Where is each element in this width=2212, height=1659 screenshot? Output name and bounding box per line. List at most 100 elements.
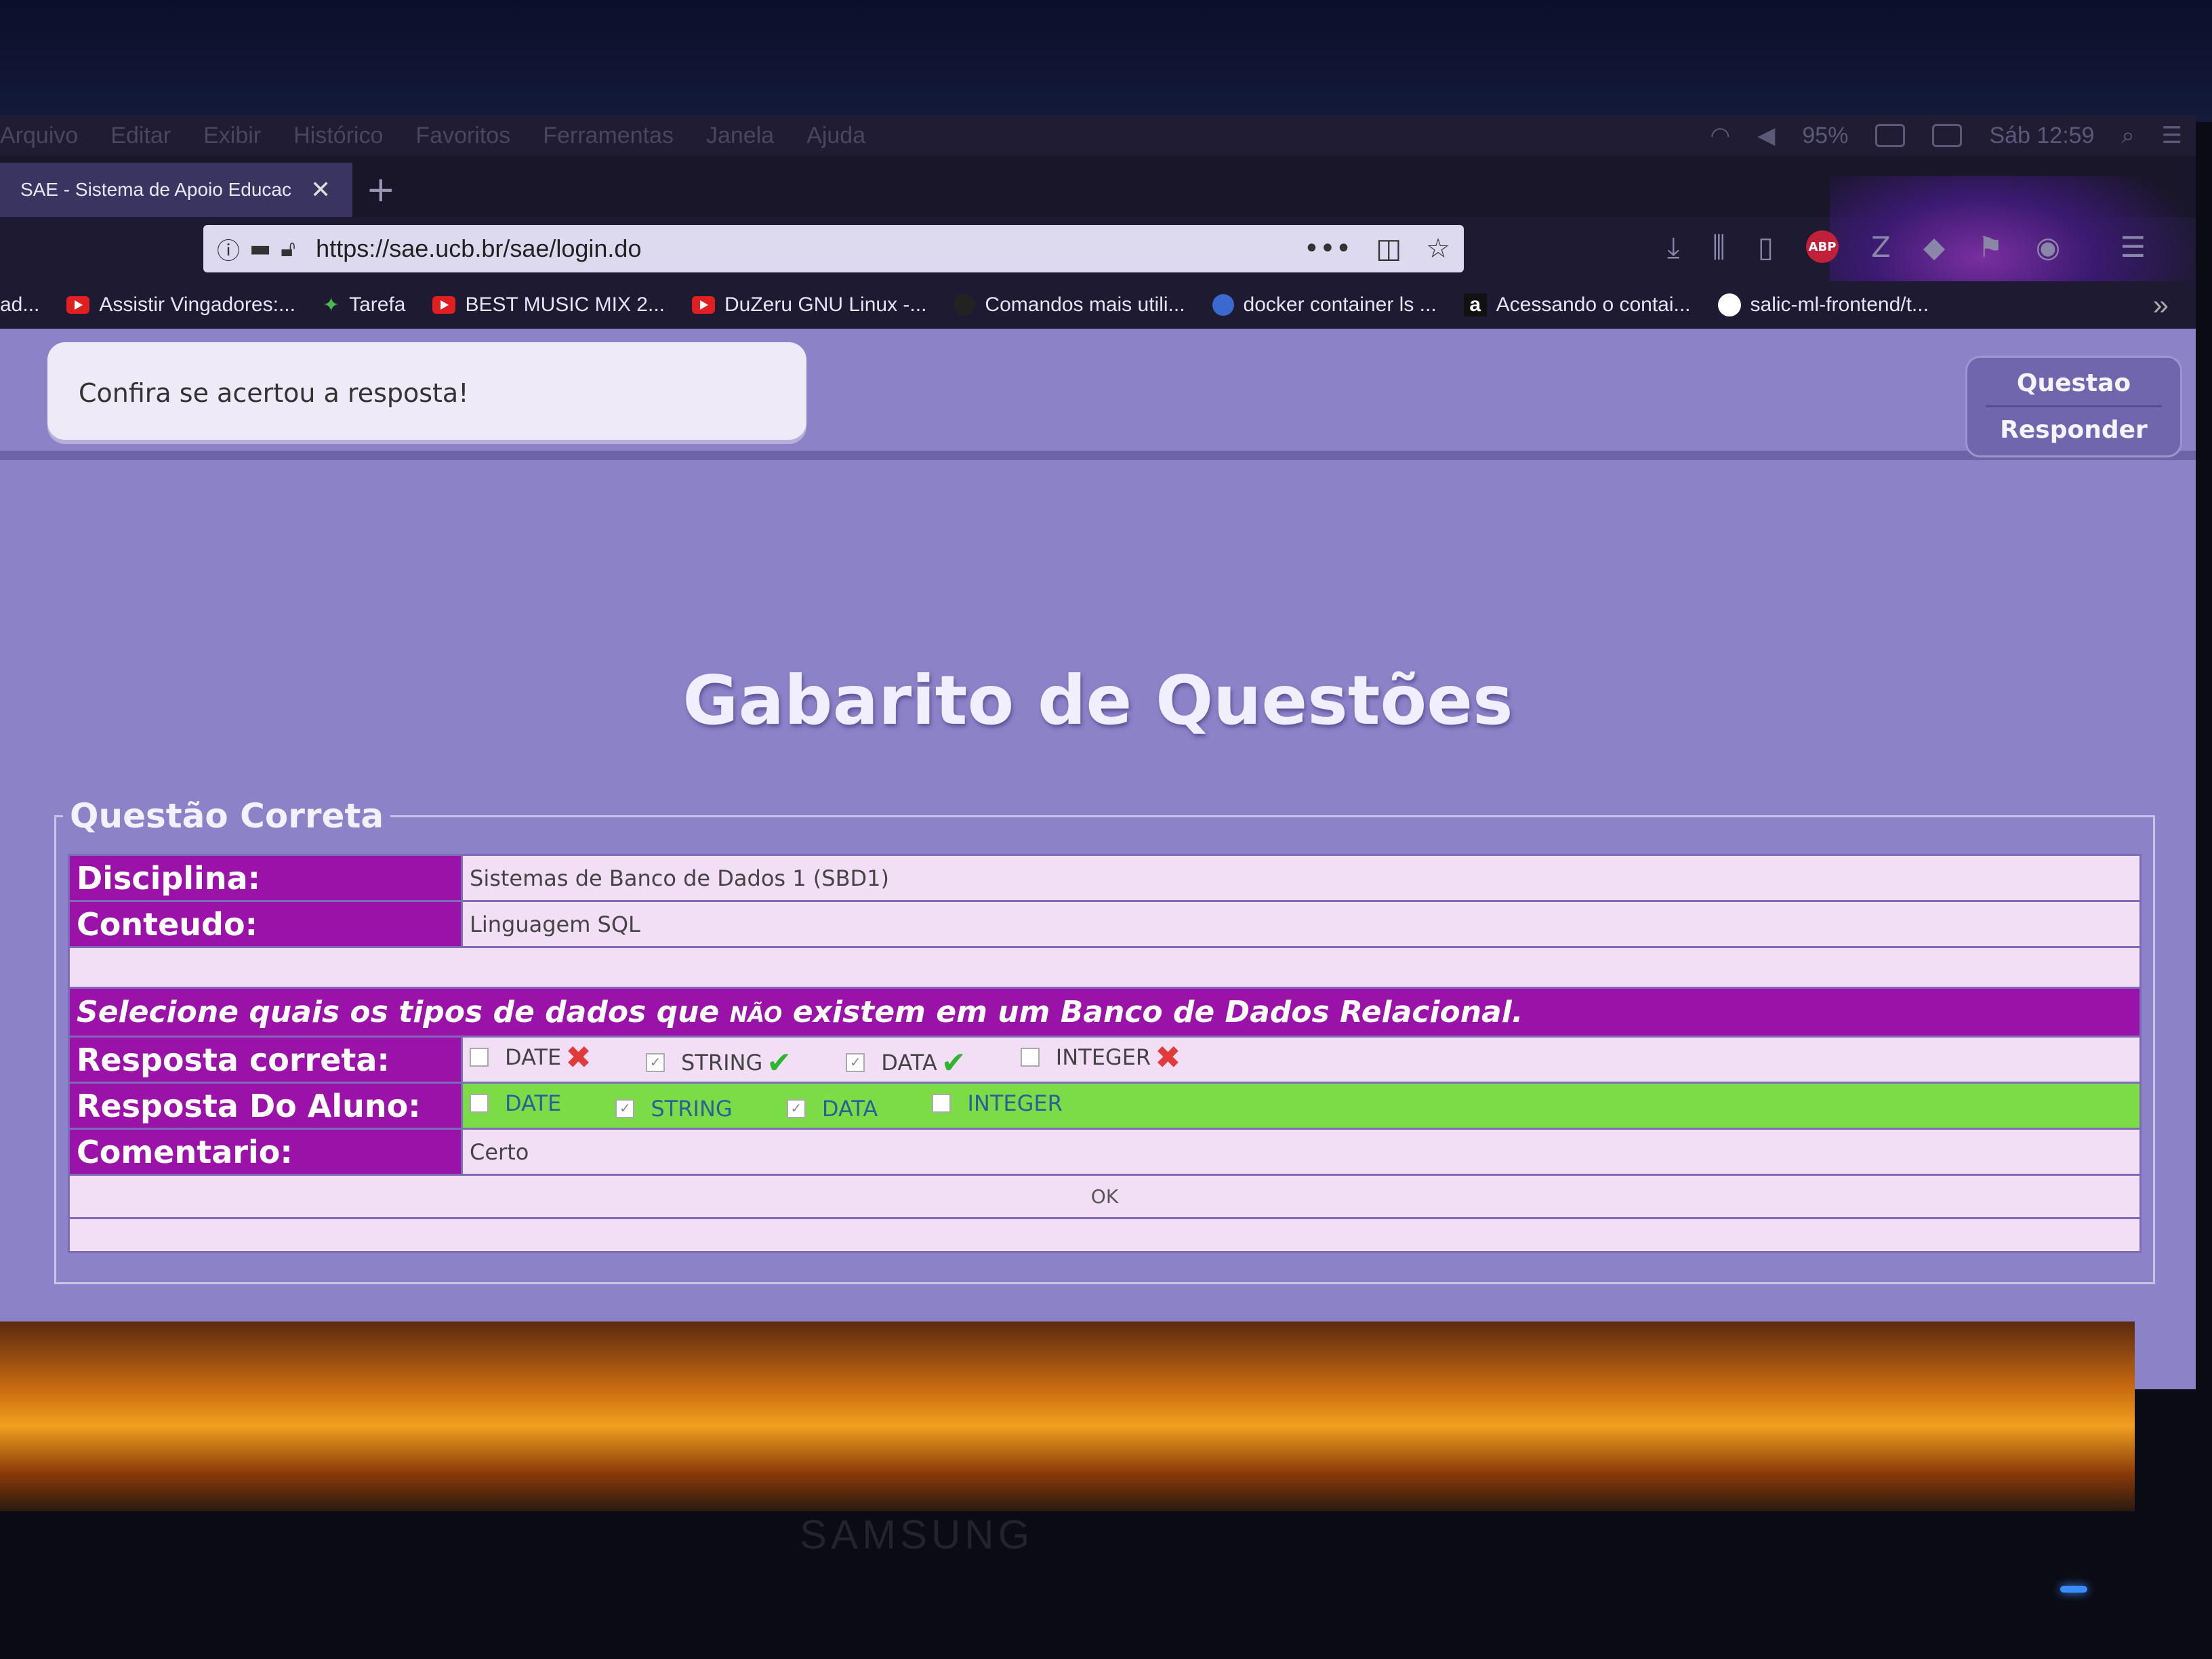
dot-icon: [954, 294, 976, 316]
questao-button[interactable]: Questao: [2017, 369, 2131, 397]
desktop-wallpaper-reflection: [0, 1322, 2135, 1511]
bookmarks-bar: ad... Assistir Vingadores:... ✦ Tarefa BE…: [0, 281, 2196, 329]
bookmark-0[interactable]: ad...: [0, 293, 39, 316]
power-led: [2060, 1586, 2087, 1593]
new-tab-button[interactable]: +: [366, 169, 396, 210]
close-icon[interactable]: ✕: [310, 176, 331, 204]
menu-janela[interactable]: Janela: [706, 123, 774, 149]
play-icon: [66, 296, 90, 314]
menu-ajuda[interactable]: Ajuda: [806, 123, 865, 149]
answer-table: Disciplina: Sistemas de Banco de Dados 1…: [68, 854, 2142, 1253]
bookmark-8[interactable]: salic-ml-frontend/t...: [1717, 293, 1929, 316]
lock-icon[interactable]: 🔓︎: [281, 235, 295, 262]
hamburger-menu-icon[interactable]: ☰: [2120, 230, 2146, 264]
adblock-icon[interactable]: ABP: [1806, 230, 1839, 263]
header-divider: [0, 451, 2196, 460]
student-option-data: ✓ DATA: [786, 1096, 878, 1122]
ok-button[interactable]: OK: [1087, 1185, 1122, 1208]
search-icon[interactable]: ⌕: [2121, 123, 2134, 149]
more-icon[interactable]: •••: [1304, 233, 1352, 264]
student-option-string: ✓ STRING: [615, 1096, 733, 1122]
menu-historico[interactable]: Histórico: [293, 123, 383, 149]
checkbox-checked: ✓: [615, 1099, 635, 1118]
bookmark-7[interactable]: a Acessando o contai...: [1463, 293, 1691, 316]
download-icon[interactable]: ⤓: [1667, 230, 1680, 264]
resposta-aluno-label: Resposta Do Aluno:: [68, 1082, 463, 1130]
zotero-icon[interactable]: Z: [1871, 230, 1891, 264]
menu-exibir[interactable]: Exibir: [203, 123, 261, 149]
list-icon[interactable]: ☰: [2162, 122, 2182, 149]
correct-option-string: ✓ STRING ✔: [645, 1045, 792, 1080]
bookmark-6[interactable]: docker container ls ...: [1212, 293, 1437, 316]
correct-option-date: DATE ✖: [470, 1039, 592, 1076]
row-resposta-aluno: Resposta Do Aluno: DATE ✓ STRING ✓ DATA IN…: [68, 1082, 2142, 1130]
chevron-right-icon[interactable]: »: [2153, 289, 2169, 321]
row-ok: OK: [68, 1174, 2142, 1219]
calendar-icon[interactable]: [1932, 124, 1963, 147]
bookmark-5[interactable]: Comandos mais utili...: [954, 293, 1185, 316]
disciplina-label: Disciplina:: [68, 854, 463, 902]
comentario-value: Certo: [461, 1128, 2142, 1176]
github-icon: [1717, 293, 1741, 316]
checkbox-unchecked: [470, 1048, 489, 1067]
pocket-icon[interactable]: ◫: [1376, 233, 1401, 264]
checkbox-checked: ✓: [786, 1099, 806, 1118]
tail-cell: [68, 1217, 2142, 1253]
disciplina-value: Sistemas de Banco de Dados 1 (SBD1): [461, 854, 2142, 902]
wrong-x-icon: ✖: [1155, 1039, 1181, 1076]
checkbox-unchecked: [470, 1093, 489, 1113]
menu-editar[interactable]: Editar: [110, 123, 171, 149]
star-icon[interactable]: ☆: [1426, 233, 1450, 264]
resposta-correta-options: DATE ✖ ✓ STRING ✔ ✓ DATA ✔ INTEGER ✖: [461, 1036, 2142, 1084]
url-bar[interactable]: ⓘ ▬ 🔓︎ https://sae.ucb.br/sae/login.do •…: [203, 225, 1464, 272]
wifi-icon[interactable]: ◠: [1711, 122, 1731, 149]
row-tail: [68, 1217, 2142, 1253]
menu-favoritos[interactable]: Favoritos: [415, 123, 510, 149]
bookmark-4[interactable]: DuZeru GNU Linux -...: [692, 293, 926, 316]
question-part2: existem em um Banco de Dados Relacional.: [792, 995, 1523, 1029]
action-panel: Questao Responder: [1965, 356, 2182, 457]
tab-sae[interactable]: SAE - Sistema de Apoio Educac ✕: [0, 163, 352, 217]
flag-icon[interactable]: ⚑: [1978, 230, 2003, 264]
library-icon[interactable]: ⫼: [1713, 230, 1725, 264]
menu-arquivo[interactable]: Arquivo: [0, 123, 78, 149]
feedback-message: Confira se acertou a resposta!: [47, 342, 806, 444]
wrong-x-icon: ✖: [565, 1039, 592, 1076]
resposta-aluno-options: DATE ✓ STRING ✓ DATA INTEGER: [461, 1082, 2142, 1130]
os-menubar: Arquivo Editar Exibir Histórico Favorito…: [0, 115, 2196, 156]
spacer-cell: [68, 946, 2142, 989]
comentario-label: Comentario:: [68, 1128, 463, 1176]
resposta-correta-label: Resposta correta:: [68, 1036, 463, 1084]
conteudo-value: Linguagem SQL: [461, 900, 2142, 948]
checkbox-unchecked: [932, 1093, 951, 1113]
checkbox-unchecked: [1020, 1048, 1040, 1067]
check-mark-icon: ✔: [941, 1045, 966, 1080]
url-text[interactable]: https://sae.ucb.br/sae/login.do: [316, 234, 641, 263]
ok-cell: OK: [68, 1174, 2142, 1219]
info-icon[interactable]: ⓘ: [217, 232, 240, 266]
fieldset-legend: Questão Correta: [70, 796, 384, 836]
extension-icon[interactable]: ◆: [1923, 230, 1945, 264]
extension-2-icon[interactable]: ◉: [2036, 230, 2061, 264]
battery-percent: 95%: [1802, 122, 1849, 148]
bookmark-1[interactable]: Assistir Vingadores:...: [66, 293, 295, 316]
page-title: Gabarito de Questões: [682, 661, 1513, 740]
row-question: Selecione quais os tipos de dados que NÃ…: [68, 987, 2142, 1038]
tab-title: SAE - Sistema de Apoio Educac: [20, 179, 291, 200]
bookmark-2[interactable]: ✦ Tarefa: [323, 293, 406, 317]
globe-icon: [1212, 294, 1234, 316]
monitor-brand: SAMSUNG: [800, 1512, 1034, 1557]
responder-button[interactable]: Responder: [2000, 416, 2148, 444]
reader-icon[interactable]: ▯: [1758, 230, 1774, 264]
row-resposta-correta: Resposta correta: DATE ✖ ✓ STRING ✔ ✓ DATA ✔ …: [68, 1036, 2142, 1084]
volume-icon[interactable]: ◀: [1757, 122, 1775, 149]
clock[interactable]: Sáb 12:59: [1989, 123, 2094, 149]
battery-icon[interactable]: [1875, 124, 1906, 147]
bookmark-3[interactable]: BEST MUSIC MIX 2...: [432, 293, 665, 316]
menu-ferramentas[interactable]: Ferramentas: [543, 123, 674, 149]
correct-option-data: ✓ DATA ✔: [846, 1046, 966, 1080]
page-content: Confira se acertou a resposta! Questao R…: [0, 329, 2196, 1389]
check-mark-icon: ✔: [766, 1045, 792, 1080]
student-option-date: DATE: [470, 1090, 561, 1116]
spacer-row: [68, 946, 2142, 989]
